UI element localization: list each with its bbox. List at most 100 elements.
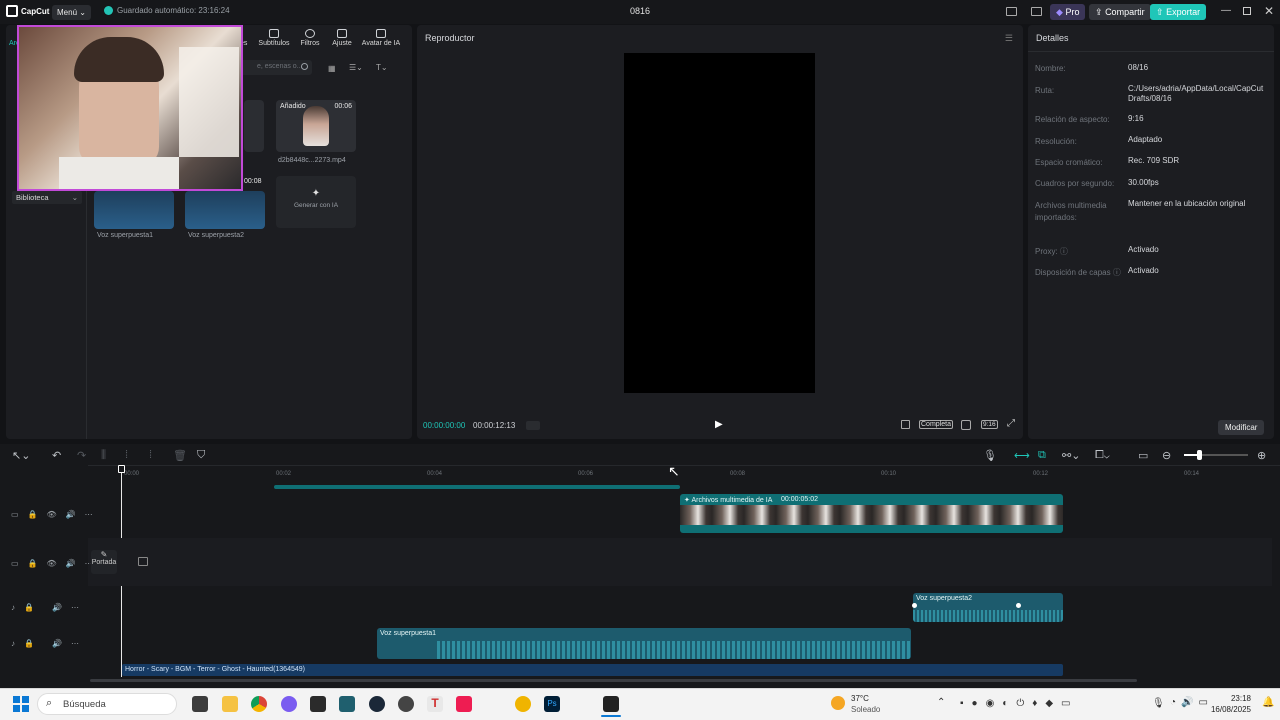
zoom-out-icon[interactable]: ⊖ bbox=[1162, 449, 1171, 462]
photoshop-icon[interactable]: Ps bbox=[544, 696, 560, 712]
shortcuts-icon[interactable] bbox=[1031, 7, 1042, 16]
microphone-tray-icon[interactable]: 🎙 bbox=[1152, 698, 1165, 709]
start-icon[interactable] bbox=[13, 696, 29, 712]
aspect-ratio-button[interactable]: 9:16 bbox=[981, 420, 998, 429]
app-icon[interactable] bbox=[339, 696, 355, 712]
grid-view-icon[interactable]: ▦ bbox=[328, 64, 336, 73]
caption-icon[interactable]: ▭ bbox=[1138, 449, 1148, 462]
close-icon[interactable]: ✕ bbox=[1264, 4, 1274, 18]
link-icon[interactable]: ⚯⌄ bbox=[1062, 449, 1080, 462]
ai-clip-label: ✦ Archivos multimedia de IA bbox=[684, 497, 773, 504]
speaker-icon[interactable]: 🔊 bbox=[66, 510, 76, 519]
lock-icon[interactable]: 🔒 bbox=[24, 603, 34, 612]
file-explorer-icon[interactable] bbox=[222, 696, 238, 712]
filter-icon[interactable]: T⌄ bbox=[376, 63, 388, 72]
steam-icon[interactable] bbox=[369, 696, 385, 712]
obs-icon[interactable] bbox=[398, 696, 414, 712]
select-tool-icon[interactable]: ↖⌄ bbox=[12, 449, 30, 462]
lock-icon[interactable]: 🔒 bbox=[28, 559, 38, 568]
chrome-icon[interactable] bbox=[251, 696, 267, 712]
fade-out-handle[interactable] bbox=[1016, 603, 1021, 608]
tab-subtitles[interactable]: Subtítulos bbox=[256, 29, 292, 47]
search-icon[interactable] bbox=[301, 63, 308, 70]
notification-icon[interactable]: 🔔 bbox=[1262, 697, 1274, 708]
video-preview[interactable] bbox=[624, 53, 815, 393]
detail-label-layers: Disposición de capas ⓘ bbox=[1035, 268, 1121, 277]
more-icon[interactable]: ⋯ bbox=[85, 510, 93, 519]
lock-icon[interactable]: 🔒 bbox=[28, 510, 38, 519]
timecode-toggle-icon[interactable] bbox=[526, 421, 540, 430]
ruler-label: 00:00 bbox=[124, 471, 140, 477]
lock-icon[interactable]: 🔒 bbox=[24, 639, 34, 648]
preview-axis-icon[interactable]: ⧠⌄ bbox=[1095, 449, 1110, 462]
library-dropdown[interactable]: Biblioteca ⌄ bbox=[12, 191, 82, 204]
zoom-in-icon[interactable]: ⊕ bbox=[1257, 449, 1266, 462]
full-quality-button[interactable]: Completa bbox=[919, 420, 953, 429]
taskbar-search[interactable]: ⌕ Búsqueda bbox=[37, 693, 177, 715]
microphone-icon[interactable]: 🎙 bbox=[983, 449, 997, 462]
export-button[interactable]: ⇧ Exportar bbox=[1150, 4, 1207, 20]
tab-ai-avatar[interactable]: Avatar de IA bbox=[360, 29, 402, 47]
text-app-icon[interactable]: T bbox=[427, 696, 443, 712]
tab-adjust[interactable]: Ajuste bbox=[328, 29, 356, 47]
speaker-icon[interactable]: 🔊 bbox=[52, 603, 62, 612]
share-button[interactable]: ⇪ Compartir bbox=[1089, 4, 1151, 20]
eye-icon[interactable]: 👁 bbox=[47, 510, 57, 519]
voice1-thumbnail[interactable] bbox=[94, 191, 174, 229]
player-menu-icon[interactable]: ☰ bbox=[1005, 33, 1013, 44]
crop-icon[interactable] bbox=[901, 420, 910, 429]
modify-button[interactable]: Modificar bbox=[1218, 420, 1265, 435]
zoom-slider-handle[interactable] bbox=[1197, 450, 1202, 460]
more-icon[interactable]: ⋯ bbox=[71, 603, 79, 612]
play-icon[interactable]: ▶ bbox=[715, 419, 723, 430]
chevron-up-icon[interactable]: ⌃ bbox=[937, 697, 945, 708]
tab-filters[interactable]: Filtros bbox=[296, 29, 324, 47]
menu-button[interactable]: Menú ⌄ bbox=[52, 5, 91, 20]
voice1-clip[interactable] bbox=[377, 628, 911, 659]
snapshot-icon[interactable] bbox=[961, 420, 971, 430]
track-controls-video: ▭ 🔒 👁 🔊 ⋯ bbox=[11, 510, 93, 519]
fullscreen-icon[interactable]: ⤢ bbox=[1007, 418, 1015, 429]
search-input[interactable]: e, escenas o... bbox=[232, 60, 312, 75]
timeline-scrollbar[interactable] bbox=[90, 679, 1137, 682]
detail-value-resolution: Adaptado bbox=[1128, 135, 1163, 144]
detail-label-fps: Cuadros por segundo: bbox=[1035, 179, 1115, 188]
discord-icon[interactable] bbox=[281, 696, 297, 712]
added-badge: Añadido bbox=[280, 103, 306, 110]
coin-app-icon[interactable] bbox=[515, 696, 531, 712]
shield-icon[interactable]: ⛉ bbox=[197, 449, 205, 462]
split-icon[interactable]: ⫼ bbox=[101, 449, 106, 462]
tray-icons[interactable]: ▪●◉◐⏻♦◆▭ bbox=[960, 698, 1079, 709]
main-track-magnet-icon[interactable]: ⟷ bbox=[1014, 449, 1030, 462]
cover-button[interactable]: ✎ Portada bbox=[91, 550, 117, 574]
auto-snap-icon[interactable]: ⧉ bbox=[1038, 449, 1046, 462]
sort-icon[interactable]: ☰⌄ bbox=[349, 63, 363, 72]
minimize-icon[interactable]: — bbox=[1221, 5, 1231, 16]
task-view-icon[interactable] bbox=[192, 696, 208, 712]
capcut-taskbar-icon[interactable] bbox=[603, 696, 619, 712]
main-track[interactable] bbox=[88, 538, 1272, 586]
layout-icon[interactable] bbox=[1006, 7, 1017, 16]
split-left-icon[interactable]: ⁞ bbox=[125, 449, 128, 461]
autosave-icon bbox=[104, 6, 113, 15]
maximize-icon[interactable] bbox=[1243, 7, 1251, 15]
voice2-thumbnail[interactable] bbox=[185, 191, 265, 229]
eye-icon[interactable]: 👁 bbox=[47, 559, 57, 568]
ai-clip-duration: 00:00:05:02 bbox=[781, 496, 818, 503]
playhead-handle[interactable] bbox=[118, 465, 125, 473]
media-clip-thumbnail[interactable]: Añadido 00:06 bbox=[276, 100, 356, 152]
undo-icon[interactable]: ↶ bbox=[52, 449, 61, 462]
media-thumb-partial[interactable] bbox=[244, 100, 264, 152]
speaker-icon[interactable]: 🔊 bbox=[66, 559, 76, 568]
fade-in-handle[interactable] bbox=[912, 603, 917, 608]
split-right-icon[interactable]: ⁞ bbox=[149, 449, 152, 461]
speaker-icon[interactable]: 🔊 bbox=[52, 639, 62, 648]
more-icon[interactable]: ⋯ bbox=[71, 639, 79, 648]
voice1-waveform bbox=[437, 641, 911, 659]
generate-ai-card[interactable]: ✦ Generar con IA bbox=[276, 176, 356, 228]
tiktok-icon[interactable] bbox=[456, 696, 472, 712]
redo-icon[interactable]: ↷ bbox=[77, 449, 86, 462]
epic-games-icon[interactable] bbox=[310, 696, 326, 712]
pro-button[interactable]: ◆ Pro bbox=[1050, 4, 1086, 20]
delete-icon[interactable]: 🗑 bbox=[173, 449, 187, 462]
